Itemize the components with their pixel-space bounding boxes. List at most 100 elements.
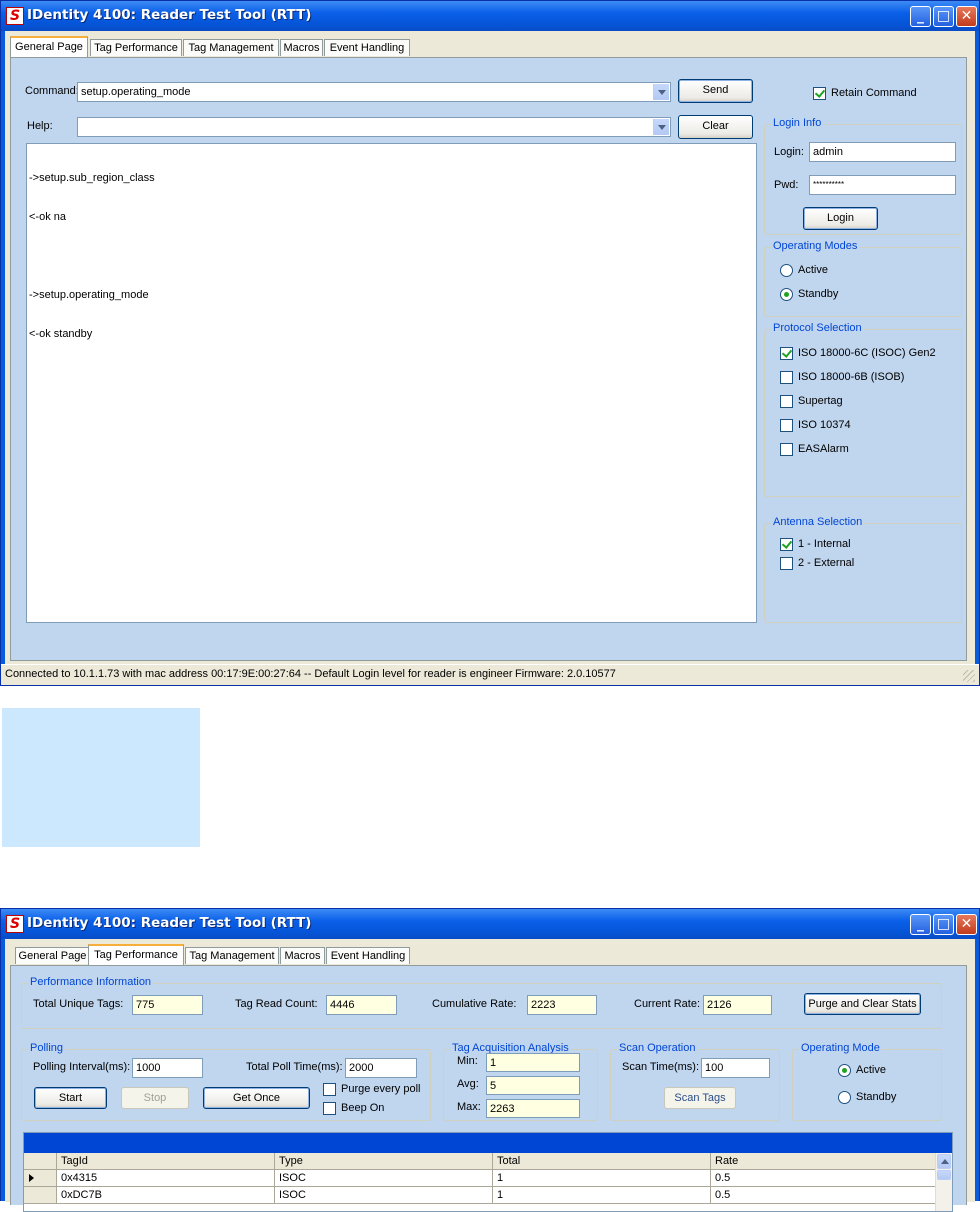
polling-group: Polling Polling Interval(ms): 1000 Total… bbox=[21, 1042, 431, 1121]
table-cell[interactable]: 0xDC7B bbox=[57, 1187, 275, 1204]
total-poll-time-field[interactable]: 2000 bbox=[345, 1058, 417, 1078]
protocol-isob-label: ISO 18000-6B (ISOB) bbox=[798, 371, 905, 383]
command-log[interactable]: ->setup.sub_region_class <-ok na ->setup… bbox=[26, 143, 757, 623]
purge-clear-stats-button[interactable]: Purge and Clear Stats bbox=[804, 993, 921, 1015]
retain-command-label: Retain Command bbox=[831, 87, 917, 99]
protocol-isoc-checkbox[interactable] bbox=[780, 347, 793, 360]
tab-macros[interactable]: Macros bbox=[280, 947, 325, 964]
protocol-supertag-checkbox[interactable] bbox=[780, 395, 793, 408]
tag-read-count-field[interactable]: 4446 bbox=[326, 995, 397, 1015]
scroll-up-button[interactable] bbox=[937, 1154, 951, 1169]
scan-time-field[interactable]: 100 bbox=[701, 1058, 770, 1078]
minimize-icon: _ bbox=[917, 916, 924, 932]
password-field[interactable]: ********** bbox=[809, 175, 956, 195]
protocol-iso10374-checkbox[interactable] bbox=[780, 419, 793, 432]
table-cell[interactable]: 1 bbox=[493, 1170, 711, 1187]
chevron-up-icon bbox=[941, 1159, 949, 1164]
column-header-tagid[interactable]: TagId bbox=[57, 1153, 275, 1170]
minimize-button[interactable]: _ bbox=[910, 914, 931, 935]
antenna-selection-title: Antenna Selection bbox=[771, 516, 865, 528]
command-label: Command: bbox=[25, 85, 79, 97]
resize-grip-icon[interactable] bbox=[963, 670, 975, 682]
clear-button[interactable]: Clear bbox=[678, 115, 753, 139]
tab-event-handling[interactable]: Event Handling bbox=[324, 39, 410, 56]
command-combo[interactable]: setup.operating_mode bbox=[77, 82, 671, 102]
vertical-scrollbar[interactable] bbox=[935, 1153, 952, 1211]
help-combo[interactable] bbox=[77, 117, 671, 137]
tab-tag-management[interactable]: Tag Management bbox=[185, 947, 279, 964]
stop-button[interactable]: Stop bbox=[121, 1087, 189, 1109]
tab-event-handling[interactable]: Event Handling bbox=[326, 947, 410, 964]
antenna-external-checkbox[interactable] bbox=[780, 557, 793, 570]
tab-general-page[interactable]: General Page bbox=[15, 947, 90, 964]
cumulative-rate-field[interactable]: 2223 bbox=[527, 995, 597, 1015]
retain-command-checkbox[interactable] bbox=[813, 87, 826, 100]
chevron-down-icon[interactable] bbox=[653, 119, 669, 135]
row-header-corner bbox=[24, 1153, 57, 1170]
column-header-rate[interactable]: Rate bbox=[711, 1153, 937, 1170]
login-label: Login: bbox=[774, 146, 804, 158]
scan-tags-button[interactable]: Scan Tags bbox=[664, 1087, 736, 1109]
active-radio[interactable] bbox=[780, 264, 793, 277]
login-button[interactable]: Login bbox=[803, 207, 878, 230]
maximize-button[interactable]: □ bbox=[933, 914, 954, 935]
total-unique-tags-label: Total Unique Tags: bbox=[33, 998, 124, 1010]
window-general-page: S IDentity 4100: Reader Test Tool (RTT) … bbox=[0, 0, 980, 686]
avg-field[interactable]: 5 bbox=[486, 1076, 580, 1095]
max-label: Max: bbox=[457, 1101, 481, 1113]
table-cell[interactable]: ISOC bbox=[275, 1187, 493, 1204]
tag-table[interactable]: TagId Type Total Rate 0x4315 ISOC 1 0.5 … bbox=[23, 1132, 953, 1212]
row-selector[interactable] bbox=[24, 1187, 57, 1204]
tab-macros[interactable]: Macros bbox=[280, 39, 323, 56]
table-cell[interactable]: 0x4315 bbox=[57, 1170, 275, 1187]
log-line: ->setup.sub_region_class bbox=[29, 172, 155, 184]
tab-tag-performance[interactable]: Tag Performance bbox=[88, 944, 184, 965]
tab-tag-performance[interactable]: Tag Performance bbox=[90, 39, 182, 56]
help-label: Help: bbox=[27, 120, 53, 132]
start-button[interactable]: Start bbox=[34, 1087, 107, 1109]
minimize-button[interactable]: _ bbox=[910, 6, 931, 27]
protocol-easalarm-checkbox[interactable] bbox=[780, 443, 793, 456]
chevron-down-icon[interactable] bbox=[653, 84, 669, 100]
scroll-thumb[interactable] bbox=[937, 1170, 951, 1180]
login-field[interactable]: admin bbox=[809, 142, 956, 162]
min-field[interactable]: 1 bbox=[486, 1053, 580, 1072]
close-button[interactable]: ✕ bbox=[956, 914, 977, 935]
standby-radio[interactable] bbox=[780, 288, 793, 301]
polling-interval-field[interactable]: 1000 bbox=[132, 1058, 203, 1078]
antenna-internal-checkbox[interactable] bbox=[780, 538, 793, 551]
total-unique-tags-field[interactable]: 775 bbox=[132, 995, 203, 1015]
column-header-total[interactable]: Total bbox=[493, 1153, 711, 1170]
standby-radio[interactable] bbox=[838, 1091, 851, 1104]
protocol-selection-title: Protocol Selection bbox=[771, 322, 864, 334]
max-field[interactable]: 2263 bbox=[486, 1099, 580, 1118]
connection-status: Connected to 10.1.1.73 with mac address … bbox=[5, 668, 513, 680]
antenna-external-label: 2 - External bbox=[798, 557, 855, 569]
table-cell[interactable]: 0.5 bbox=[711, 1170, 937, 1187]
title-bar[interactable]: S IDentity 4100: Reader Test Tool (RTT) … bbox=[1, 909, 979, 939]
highlight-box bbox=[2, 708, 200, 847]
beep-on-checkbox[interactable] bbox=[323, 1102, 336, 1115]
maximize-button[interactable]: □ bbox=[933, 6, 954, 27]
tab-general-page[interactable]: General Page bbox=[10, 36, 88, 57]
row-selector[interactable] bbox=[24, 1170, 57, 1187]
tab-tag-management[interactable]: Tag Management bbox=[183, 39, 279, 56]
get-once-button[interactable]: Get Once bbox=[203, 1087, 310, 1109]
title-bar[interactable]: S IDentity 4100: Reader Test Tool (RTT) … bbox=[1, 1, 979, 31]
table-cell[interactable]: 0.5 bbox=[711, 1187, 937, 1204]
active-label: Active bbox=[798, 264, 828, 276]
performance-info-group: Performance Information Total Unique Tag… bbox=[21, 976, 942, 1029]
table-cell[interactable]: 1 bbox=[493, 1187, 711, 1204]
purge-every-poll-checkbox[interactable] bbox=[323, 1083, 336, 1096]
active-radio[interactable] bbox=[838, 1064, 851, 1077]
column-header-type[interactable]: Type bbox=[275, 1153, 493, 1170]
protocol-isob-checkbox[interactable] bbox=[780, 371, 793, 384]
table-cell[interactable]: ISOC bbox=[275, 1170, 493, 1187]
log-line: ->setup.operating_mode bbox=[29, 289, 149, 301]
log-line: <-ok standby bbox=[29, 328, 93, 340]
send-button[interactable]: Send bbox=[678, 79, 753, 103]
total-poll-time-label: Total Poll Time(ms): bbox=[246, 1061, 343, 1073]
scan-operation-title: Scan Operation bbox=[617, 1042, 698, 1054]
close-button[interactable]: ✕ bbox=[956, 6, 977, 27]
current-rate-field[interactable]: 2126 bbox=[703, 995, 772, 1015]
